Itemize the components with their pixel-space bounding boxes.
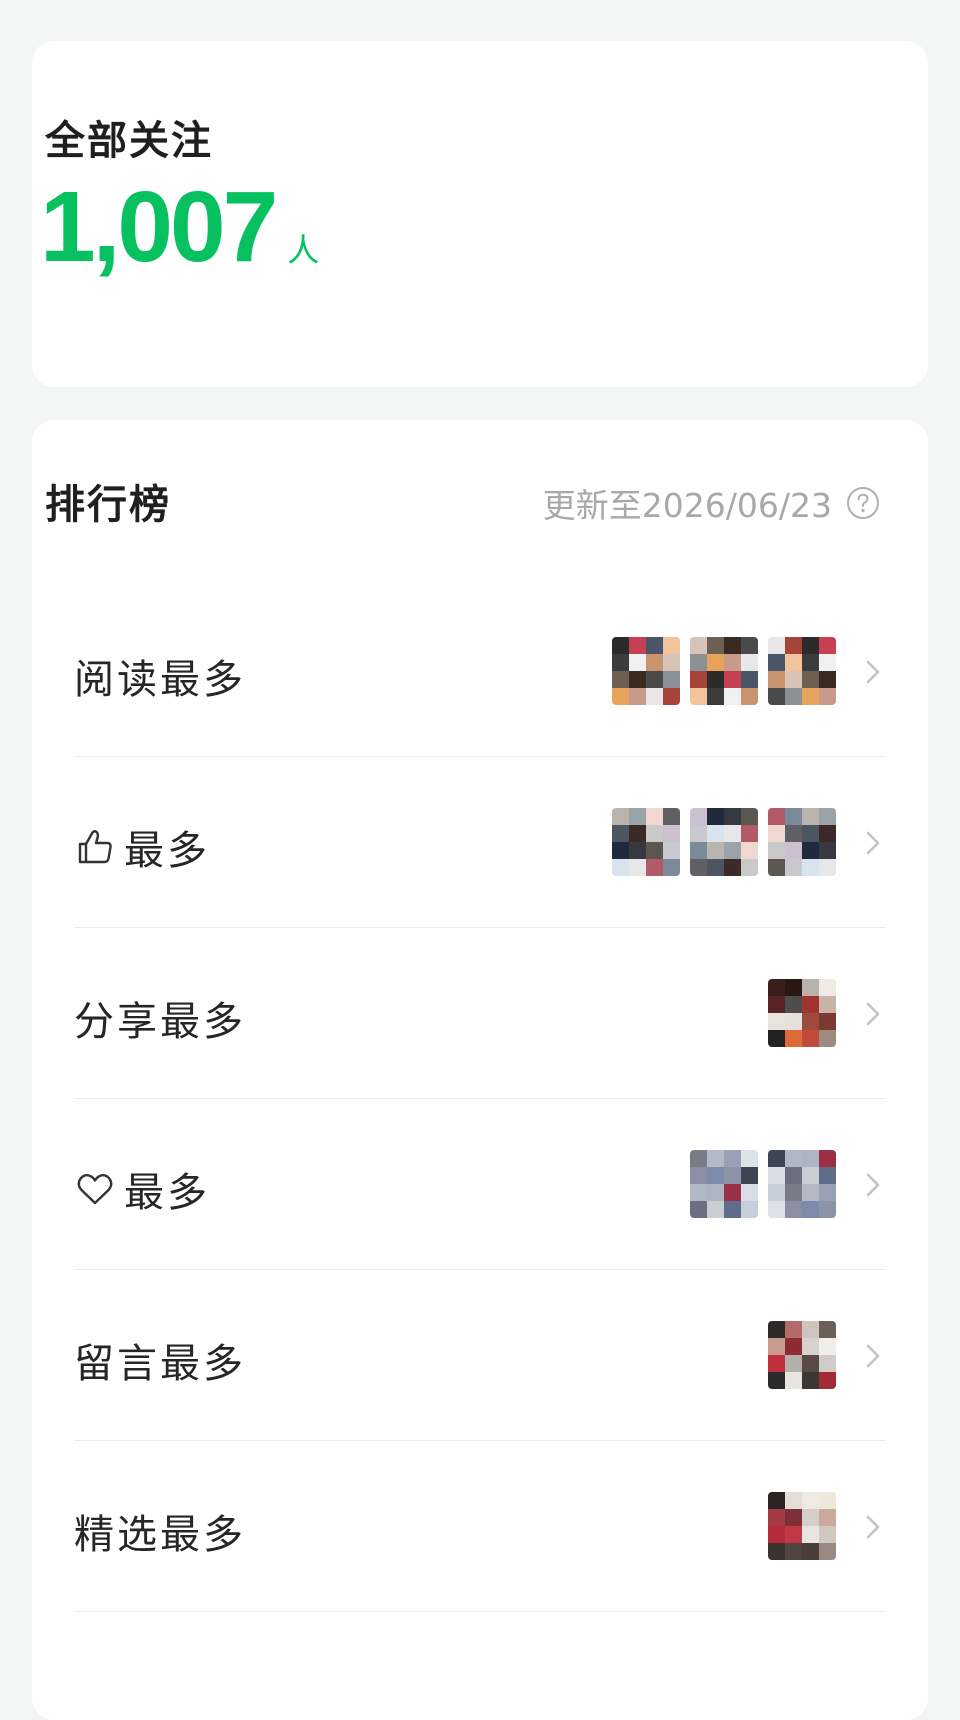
user-avatar [690, 808, 758, 876]
top-avatars [768, 1492, 836, 1560]
follower-count-unit: 人 [287, 231, 320, 269]
top-avatars [690, 1150, 836, 1218]
ranking-row-text: 精选最多 [74, 1512, 246, 1558]
user-avatar [768, 1321, 836, 1389]
chevron-right-icon [866, 1515, 880, 1539]
user-avatar [690, 637, 758, 705]
user-avatar [768, 637, 836, 705]
heart-icon [77, 1173, 113, 1205]
ranking-row-text: 分享最多 [74, 999, 246, 1045]
user-avatar [768, 979, 836, 1047]
top-avatars [612, 808, 836, 876]
ranking-title: 排行榜 [45, 482, 171, 528]
ranking-row[interactable]: 最多 [74, 1098, 886, 1270]
top-avatars [768, 1321, 836, 1389]
ranking-row[interactable]: 分享最多 [74, 927, 886, 1099]
ranking-row[interactable]: 阅读最多 [74, 585, 886, 757]
ranking-row-label: 最多 [74, 818, 210, 876]
chevron-right-icon [866, 660, 880, 684]
update-date-text: 更新至2026/06/23 [542, 486, 832, 525]
ranking-row[interactable]: 留言最多 [74, 1269, 886, 1441]
chevron-right-icon [866, 1173, 880, 1197]
top-avatars [768, 979, 836, 1047]
ranking-row-label: 分享最多 [74, 989, 246, 1047]
top-avatars [612, 637, 836, 705]
ranking-row[interactable]: 最多 [74, 756, 886, 928]
user-avatar [612, 808, 680, 876]
user-avatar [768, 1492, 836, 1560]
summary-title: 全部关注 [45, 118, 213, 164]
ranking-row-text: 留言最多 [74, 1341, 246, 1387]
ranking-row-label: 阅读最多 [74, 647, 246, 705]
thumbs-up-icon [78, 830, 112, 864]
ranking-row[interactable]: 精选最多 [74, 1440, 886, 1612]
ranking-row-text: 阅读最多 [74, 657, 246, 703]
user-avatar [768, 808, 836, 876]
ranking-row-label: 留言最多 [74, 1331, 246, 1389]
chevron-right-icon [866, 831, 880, 855]
chevron-right-icon [866, 1344, 880, 1368]
user-avatar [612, 637, 680, 705]
follower-count-number: 1,007 [40, 171, 278, 283]
user-avatar [768, 1150, 836, 1218]
ranking-row-text: 最多 [124, 1170, 210, 1216]
ranking-row-text: 最多 [124, 828, 210, 874]
help-icon[interactable] [846, 486, 880, 520]
user-avatar [690, 1150, 758, 1218]
ranking-row-label: 精选最多 [74, 1502, 246, 1560]
ranking-update-info[interactable]: 更新至2026/06/23 [543, 479, 880, 527]
follower-count: 1,007 人 [40, 170, 319, 285]
ranking-row-label: 最多 [74, 1160, 210, 1218]
chevron-right-icon [866, 1002, 880, 1026]
